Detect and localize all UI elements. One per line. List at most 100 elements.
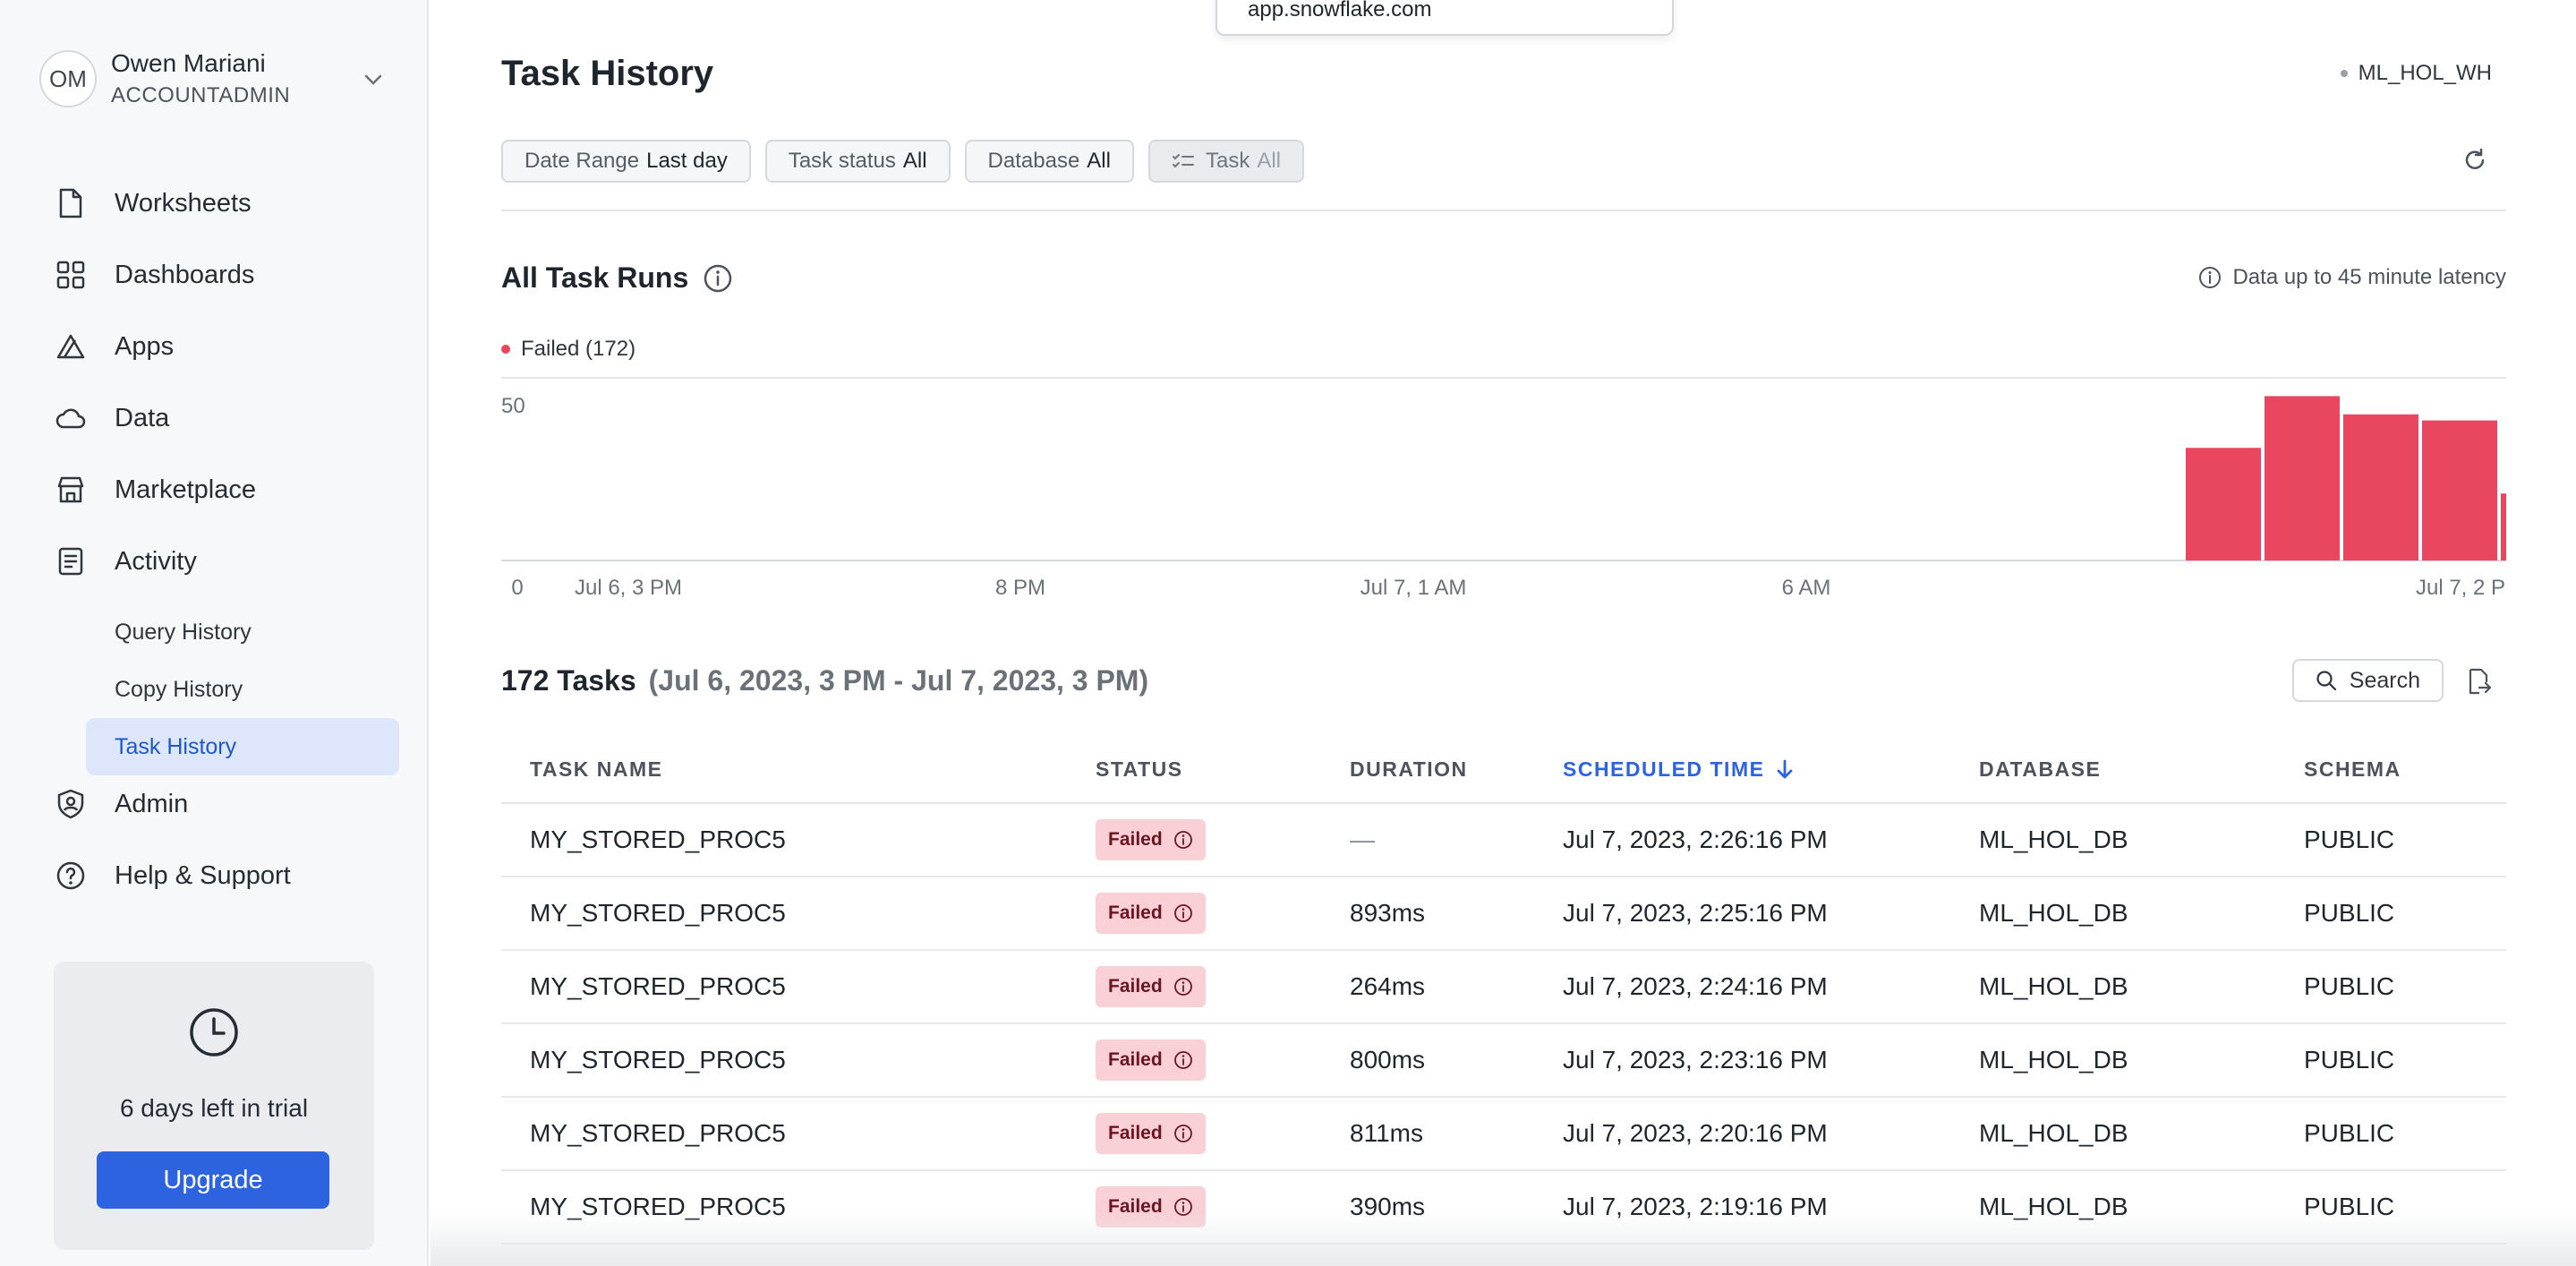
sidebar-item-task-history[interactable]: Task History xyxy=(86,718,399,775)
user-menu[interactable]: OM Owen Mariani ACCOUNTADMIN xyxy=(39,47,290,111)
table-row[interactable]: MY_STORED_PROC5 Failed — Jul 7, 2023, 2:26:… xyxy=(501,804,2506,877)
sidebar-item-marketplace[interactable]: Marketplace xyxy=(54,467,256,512)
info-icon[interactable] xyxy=(1173,977,1193,997)
status-dot xyxy=(2340,70,2348,77)
status-badge[interactable]: Failed xyxy=(1096,819,1206,860)
sidebar-item-label: Data xyxy=(115,403,170,432)
upgrade-button[interactable]: Upgrade xyxy=(97,1151,329,1209)
sidebar-item-data[interactable]: Data xyxy=(54,396,169,441)
divider xyxy=(501,210,2506,211)
bar-failed-4[interactable] xyxy=(2422,420,2497,560)
filter-task-status[interactable]: Task status All xyxy=(764,140,951,183)
filter-label: Date Range xyxy=(525,149,640,173)
table-row[interactable]: MY_STORED_PROC5 Failed 800ms Jul 7, 2023, 2… xyxy=(501,1024,2506,1098)
status-badge[interactable]: Failed xyxy=(1096,1039,1206,1081)
status-cell: Failed xyxy=(1096,893,1350,934)
bar-failed-1[interactable] xyxy=(2186,448,2261,560)
database-cell: ML_HOL_DB xyxy=(1979,899,2128,927)
task-name-cell[interactable]: MY_STORED_PROC5 xyxy=(501,825,1096,854)
task-name-cell[interactable]: MY_STORED_PROC5 xyxy=(501,1046,1096,1074)
filter-value: All xyxy=(1257,149,1281,173)
sidebar-item-dashboards[interactable]: Dashboards xyxy=(54,252,254,297)
database-cell: ML_HOL_DB xyxy=(1979,972,2128,1000)
warehouse-selector[interactable]: ML_HOL_WH xyxy=(2340,61,2492,86)
info-icon[interactable] xyxy=(1173,1124,1193,1143)
chart-legend: Failed (172) xyxy=(501,337,635,362)
filter-value: All xyxy=(1087,149,1111,173)
table-row[interactable]: MY_STORED_PROC5 Failed 893ms Jul 7, 2023, 2… xyxy=(501,877,2506,951)
x-tick-label: 6 AM xyxy=(1782,576,1831,600)
column-header-database[interactable]: DATABASE xyxy=(1979,757,2304,782)
page-title: Task History xyxy=(501,54,714,93)
sidebar-item-apps[interactable]: Apps xyxy=(54,324,174,369)
task-name-cell[interactable]: MY_STORED_PROC5 xyxy=(501,972,1096,1001)
sidebar-item-label: Marketplace xyxy=(115,475,256,504)
user-role: ACCOUNTADMIN xyxy=(111,83,291,107)
legend-label: Failed (172) xyxy=(521,337,636,361)
table-header: TASK NAME STATUS DURATION SCHEDULED TIME… xyxy=(501,736,2506,804)
search-icon xyxy=(2316,671,2336,691)
status-badge[interactable]: Failed xyxy=(1096,893,1206,934)
bar-failed-3[interactable] xyxy=(2343,414,2418,560)
info-icon[interactable] xyxy=(703,263,733,294)
table-row[interactable]: MY_STORED_PROC5 Failed 264ms Jul 7, 2023, 2… xyxy=(501,951,2506,1024)
sidebar-item-label: Apps xyxy=(115,331,175,361)
duration-cell: 893ms xyxy=(1350,899,1426,927)
sidebar-item-query-history[interactable]: Query History xyxy=(86,603,399,661)
info-icon[interactable] xyxy=(1173,1050,1193,1070)
scheduled-time-cell: Jul 7, 2023, 2:24:16 PM xyxy=(1563,972,1828,1000)
sidebar-item-help[interactable]: Help & Support xyxy=(54,853,291,898)
filter-task[interactable]: Task All xyxy=(1147,140,1304,183)
status-badge[interactable]: Failed xyxy=(1096,1113,1206,1154)
bar-failed-5[interactable] xyxy=(2501,493,2506,560)
user-name: Owen Mariani xyxy=(111,49,266,77)
status-cell: Failed xyxy=(1096,1039,1350,1081)
latency-text: Data up to 45 minute latency xyxy=(2232,265,2506,289)
table-body: MY_STORED_PROC5 Failed — Jul 7, 2023, 2:26:… xyxy=(501,804,2506,1245)
export-icon[interactable] xyxy=(2467,668,2492,695)
filter-database[interactable]: Database All xyxy=(964,140,1134,183)
sidebar-item-copy-history[interactable]: Copy History xyxy=(86,661,399,718)
refresh-icon[interactable] xyxy=(2461,147,2488,174)
scheduled-time-cell: Jul 7, 2023, 2:25:16 PM xyxy=(1563,899,1828,927)
column-header-scheduled-time[interactable]: SCHEDULED TIME xyxy=(1563,757,1979,782)
column-header-duration[interactable]: DURATION xyxy=(1350,757,1563,782)
tasks-table: TASK NAME STATUS DURATION SCHEDULED TIME… xyxy=(501,736,2506,1245)
info-icon xyxy=(2199,267,2222,288)
info-icon[interactable] xyxy=(1173,830,1193,850)
task-name-cell[interactable]: MY_STORED_PROC5 xyxy=(501,899,1096,928)
schema-cell: PUBLIC xyxy=(2304,1046,2395,1074)
url-popup: app.snowflake.com xyxy=(1215,0,1674,36)
x-tick-label: 8 PM xyxy=(995,576,1045,600)
task-name-cell[interactable]: MY_STORED_PROC5 xyxy=(501,1119,1096,1148)
column-header-task-name[interactable]: TASK NAME xyxy=(501,757,1096,782)
filter-label: Task xyxy=(1205,149,1250,173)
search-button[interactable]: Search xyxy=(2291,659,2444,702)
column-header-status[interactable]: STATUS xyxy=(1096,757,1350,782)
checklist-icon xyxy=(1172,154,1194,168)
status-label: Failed xyxy=(1108,829,1163,850)
sidebar-item-activity[interactable]: Activity xyxy=(54,539,197,584)
cloud-icon xyxy=(54,401,88,435)
tasks-range: (Jul 6, 2023, 3 PM - Jul 7, 2023, 3 PM) xyxy=(648,664,1149,697)
x-tick-label: Jul 7, 1 AM xyxy=(1361,576,1467,600)
sidebar-item-worksheets[interactable]: Worksheets xyxy=(54,181,252,226)
trial-days-left: 6 days left in trial xyxy=(119,1094,309,1122)
sidebar-item-admin[interactable]: Admin xyxy=(54,782,188,826)
schema-cell: PUBLIC xyxy=(2304,972,2395,1000)
status-badge[interactable]: Failed xyxy=(1096,966,1206,1007)
task-runs-chart: 50 0 Jul 6, 3 PM 8 PM Jul 7, 1 AM 6 AM J… xyxy=(501,377,2506,600)
chevron-down-icon[interactable] xyxy=(362,68,385,91)
status-label: Failed xyxy=(1108,902,1163,923)
scheduled-time-cell: Jul 7, 2023, 2:26:16 PM xyxy=(1563,825,1828,853)
duration-cell: 800ms xyxy=(1350,1046,1426,1074)
table-row[interactable]: MY_STORED_PROC5 Failed 811ms Jul 7, 2023, 2… xyxy=(501,1098,2506,1171)
info-icon[interactable] xyxy=(1173,903,1193,923)
filter-date-range[interactable]: Date Range Last day xyxy=(501,140,751,183)
bar-failed-2[interactable] xyxy=(2265,396,2340,560)
avatar: OM xyxy=(39,50,97,107)
legend-swatch xyxy=(501,345,510,354)
search-label: Search xyxy=(2349,667,2420,693)
column-header-schema[interactable]: SCHEMA xyxy=(2304,757,2506,782)
sidebar-item-label: Activity xyxy=(115,546,197,576)
